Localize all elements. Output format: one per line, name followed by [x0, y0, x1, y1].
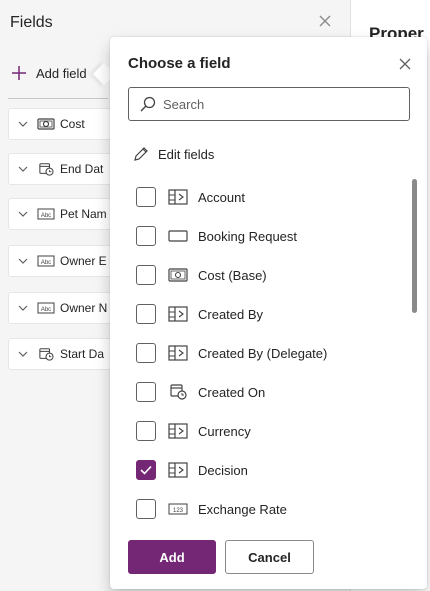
option-label: Account: [198, 189, 245, 205]
close-icon[interactable]: [316, 12, 334, 30]
text-abc-icon: Abc: [37, 255, 55, 267]
chevron-down-icon: [18, 166, 28, 172]
search-placeholder: Search: [163, 96, 205, 112]
chevron-down-icon: [18, 258, 28, 264]
option-exchange-rate[interactable]: 123 Exchange Rate: [136, 496, 287, 522]
option-created-by-delegate[interactable]: Created By (Delegate): [136, 340, 327, 366]
search-icon: [140, 96, 156, 112]
currency-icon: [37, 118, 55, 130]
fields-pane-title: Fields: [10, 14, 53, 31]
svg-text:123: 123: [173, 508, 184, 514]
chevron-down-icon: [18, 351, 28, 357]
option-account[interactable]: Account: [136, 184, 245, 210]
field-row-label: Owner N: [60, 301, 108, 315]
choose-field-popup: Choose a field Search Edit fields Accoun…: [110, 37, 427, 589]
chevron-down-icon: [18, 305, 28, 311]
scrollbar-thumb[interactable]: [412, 179, 417, 313]
option-label: Decision: [198, 462, 248, 478]
option-label: Currency: [198, 423, 251, 439]
lookup-icon: [168, 423, 188, 439]
checkbox[interactable]: [136, 343, 156, 363]
calendar-clock-icon: [39, 348, 54, 361]
add-field-button[interactable]: Add field: [10, 64, 87, 82]
svg-text:Abc: Abc: [41, 260, 51, 266]
checkbox[interactable]: [136, 226, 156, 246]
option-label: Created On: [198, 384, 266, 400]
option-booking-request[interactable]: Booking Request: [136, 223, 297, 249]
single-line-icon: [168, 230, 188, 242]
field-row-label: Pet Nam: [60, 207, 107, 221]
option-currency[interactable]: Currency: [136, 418, 251, 444]
checkmark-icon: [140, 465, 152, 475]
option-created-by[interactable]: Created By: [136, 301, 263, 327]
field-row-label: Owner E: [60, 254, 107, 268]
checkbox[interactable]: [136, 499, 156, 519]
option-label: Created By (Delegate): [198, 345, 328, 361]
lookup-icon: [168, 189, 188, 205]
currency-icon: [168, 268, 188, 282]
calendar-clock-icon: [170, 384, 187, 400]
edit-fields-label: Edit fields: [158, 146, 215, 162]
field-row-label: Cost: [60, 117, 85, 131]
popup-title: Choose a field: [128, 55, 231, 72]
calendar-clock-icon: [39, 163, 54, 176]
close-icon[interactable]: [397, 56, 413, 72]
lookup-icon: [168, 306, 188, 322]
field-row-label: End Dat: [60, 162, 104, 176]
option-cost-base[interactable]: Cost (Base): [136, 262, 267, 288]
lookup-icon: [168, 462, 188, 478]
checkbox[interactable]: [136, 187, 156, 207]
option-label: Exchange Rate: [198, 501, 287, 517]
field-options-list: Account Booking Request Cost (Base) Crea…: [110, 177, 427, 527]
checkbox[interactable]: [136, 421, 156, 441]
checkbox[interactable]: [136, 304, 156, 324]
chevron-down-icon: [18, 121, 28, 127]
svg-text:Abc: Abc: [41, 213, 51, 219]
cancel-button[interactable]: Cancel: [225, 540, 314, 574]
add-button[interactable]: Add: [128, 540, 216, 574]
checkbox[interactable]: [136, 265, 156, 285]
divider: [8, 98, 108, 99]
option-created-on[interactable]: Created On: [136, 379, 265, 405]
option-label: Booking Request: [198, 228, 298, 244]
option-decision[interactable]: Decision: [136, 457, 248, 483]
option-label: Cost (Base): [198, 267, 267, 283]
pencil-icon: [134, 147, 148, 161]
plus-icon: [12, 66, 26, 80]
edit-fields-button[interactable]: Edit fields: [132, 145, 214, 163]
option-label: Created By: [198, 306, 264, 322]
search-input[interactable]: Search: [128, 87, 410, 121]
text-abc-icon: Abc: [37, 302, 55, 314]
add-field-label: Add field: [36, 65, 87, 81]
text-abc-icon: Abc: [37, 208, 55, 220]
checkbox[interactable]: [136, 382, 156, 402]
checkbox-checked[interactable]: [136, 460, 156, 480]
field-row-label: Start Da: [60, 347, 105, 361]
lookup-icon: [168, 345, 188, 361]
number-123-icon: 123: [168, 503, 188, 515]
chevron-down-icon: [18, 211, 28, 217]
svg-text:Abc: Abc: [41, 307, 51, 313]
